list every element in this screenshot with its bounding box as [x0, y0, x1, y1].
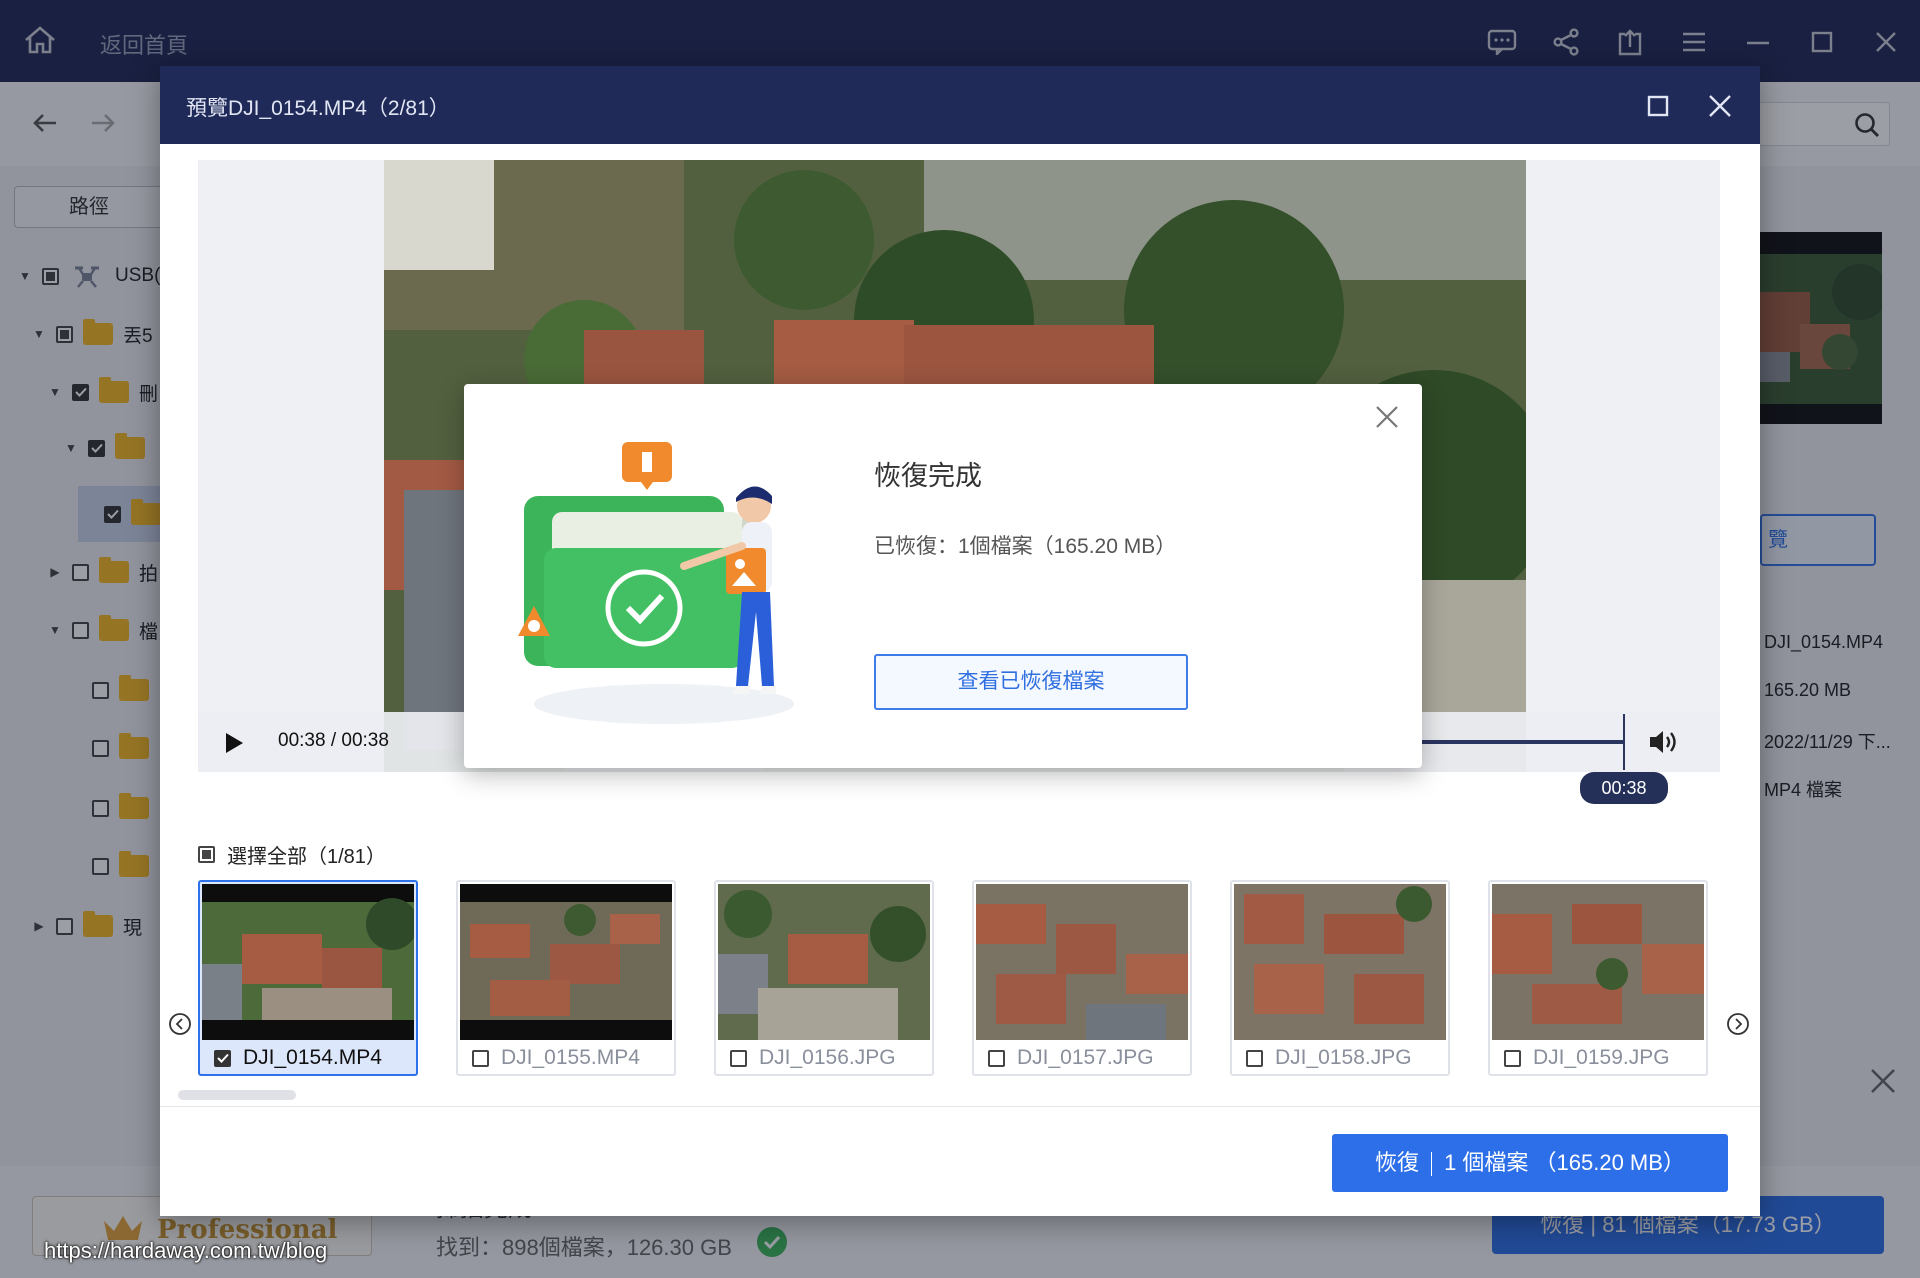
video-thumbnail — [460, 884, 672, 1040]
dialog-title: 恢復完成 — [874, 461, 982, 491]
close-icon[interactable] — [1374, 404, 1400, 430]
thumbnail-strip: DJI_0154.MP4 DJI_0155.MP4 DJI_0156.JPG D… — [198, 880, 1708, 1076]
thumbnail-card[interactable]: DJI_0154.MP4 — [198, 880, 418, 1076]
maximize-icon[interactable] — [1638, 86, 1678, 126]
recover-button-action: 恢復 — [1375, 1150, 1420, 1175]
thumbnail-card[interactable]: DJI_0155.MP4 — [456, 880, 676, 1076]
photo-thumbnail — [976, 884, 1188, 1040]
footer-divider — [160, 1106, 1760, 1107]
recovery-illustration — [504, 436, 824, 736]
select-all-checkbox[interactable] — [198, 846, 215, 863]
next-arrow-icon[interactable] — [1726, 1012, 1750, 1036]
preview-title: 預覽DJI_0154.MP4（2/81） — [186, 97, 450, 120]
file-checkbox[interactable] — [472, 1049, 489, 1067]
file-checkbox[interactable] — [988, 1049, 1005, 1067]
recover-button[interactable]: 恢復 1 個檔案 （165.20 MB） — [1332, 1134, 1728, 1192]
view-recovered-files-button[interactable]: 查看已恢復檔案 — [874, 654, 1188, 710]
watermark-url: https://hardaway.com.tw/blog — [44, 1238, 328, 1263]
photo-thumbnail — [1234, 884, 1446, 1040]
prev-arrow-icon[interactable] — [168, 1012, 192, 1036]
file-name: DJI_0154.MP4 — [243, 1046, 382, 1069]
thumbnail-card[interactable]: DJI_0158.JPG — [1230, 880, 1450, 1076]
thumbnail-card[interactable]: DJI_0159.JPG — [1488, 880, 1708, 1076]
select-all[interactable]: 選擇全部（1/81） — [198, 840, 386, 869]
close-icon[interactable] — [1700, 86, 1740, 126]
file-checkbox[interactable] — [214, 1049, 231, 1067]
play-icon[interactable] — [224, 732, 244, 754]
photo-thumbnail — [1492, 884, 1704, 1040]
playhead-time-tooltip: 00:38 — [1580, 772, 1668, 804]
volume-icon[interactable] — [1648, 728, 1682, 756]
photo-thumbnail — [718, 884, 930, 1040]
video-thumbnail — [202, 884, 414, 1040]
file-name: DJI_0156.JPG — [759, 1046, 896, 1069]
recover-button-detail: 1 個檔案 （165.20 MB） — [1444, 1150, 1685, 1175]
preview-header: 預覽DJI_0154.MP4（2/81） — [160, 66, 1760, 144]
file-name: DJI_0159.JPG — [1533, 1046, 1670, 1069]
seek-handle[interactable] — [1623, 714, 1625, 770]
file-name: DJI_0157.JPG — [1017, 1046, 1154, 1069]
select-all-label: 選擇全部（1/81） — [227, 846, 386, 868]
file-name: DJI_0158.JPG — [1275, 1046, 1412, 1069]
file-checkbox[interactable] — [1246, 1049, 1263, 1067]
file-checkbox[interactable] — [730, 1049, 747, 1067]
thumbnail-scrollbar[interactable] — [178, 1090, 296, 1100]
recovery-complete-dialog: 恢復完成 已恢復：1個檔案（165.20 MB） 查看已恢復檔案 — [464, 384, 1422, 768]
thumbnail-card[interactable]: DJI_0156.JPG — [714, 880, 934, 1076]
recovered-summary: 已恢復：1個檔案（165.20 MB） — [874, 535, 1177, 558]
thumbnail-card[interactable]: DJI_0157.JPG — [972, 880, 1192, 1076]
playback-time: 00:38 / 00:38 — [278, 730, 389, 751]
file-checkbox[interactable] — [1504, 1049, 1521, 1067]
file-name: DJI_0155.MP4 — [501, 1046, 640, 1069]
